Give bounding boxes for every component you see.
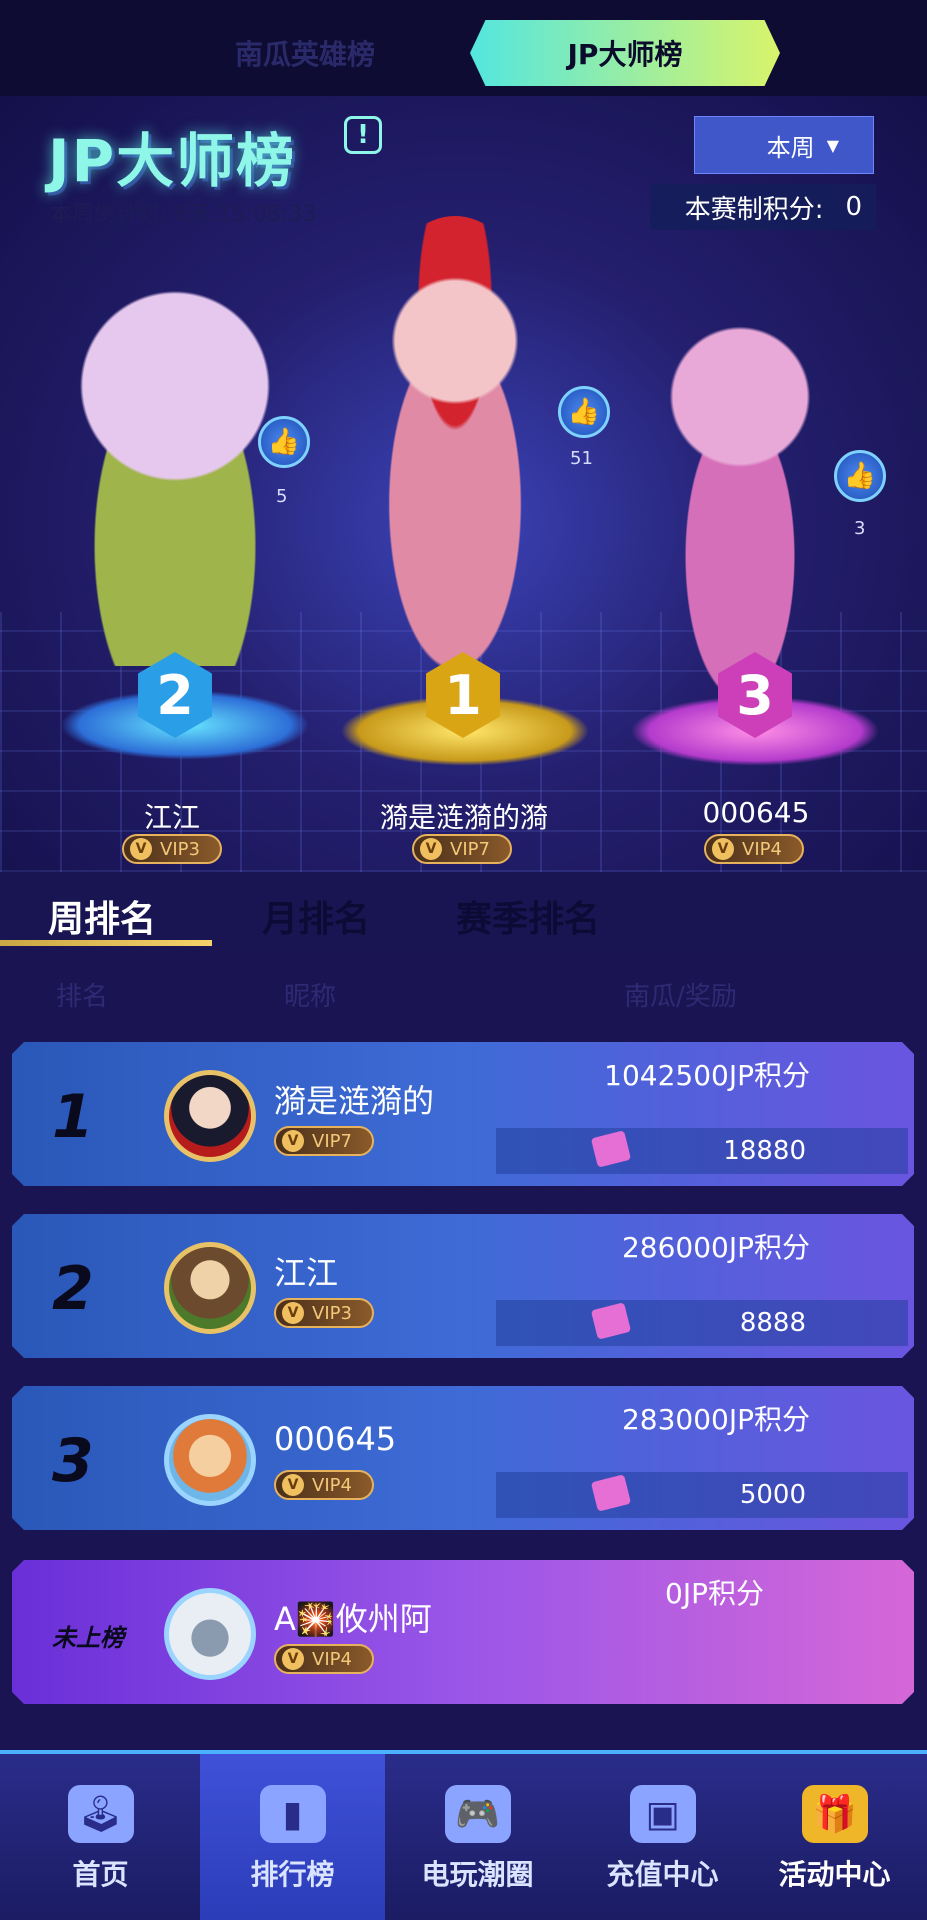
nav-leaderboard[interactable]: ▮ 排行榜 (200, 1754, 385, 1920)
thumbs-up-icon[interactable]: 👍 (834, 450, 886, 502)
like-count: 3 (854, 518, 866, 539)
avatar[interactable] (164, 1070, 256, 1162)
podium-character-2[interactable] (50, 266, 300, 666)
ranking-row[interactable]: 2 江江 V VIP3 286000JP积分 8888 (12, 1214, 914, 1358)
vip-label: VIP4 (312, 1648, 352, 1670)
vip-badge: V VIP4 (274, 1644, 374, 1674)
tab-weekly-rank[interactable]: 周排名 (48, 890, 156, 942)
nav-label: 首页 (72, 1858, 129, 1891)
nav-home[interactable]: 🕹 首页 (8, 1754, 193, 1920)
vip-badge: V VIP3 (122, 834, 222, 864)
period-dropdown[interactable]: 本周 ▼ (694, 116, 874, 174)
avatar[interactable] (164, 1414, 256, 1506)
row-nickname: A🎇攸州阿 (274, 1600, 432, 1638)
row-points: 0JP积分 (665, 1577, 764, 1610)
nav-label: 活动中心 (778, 1858, 891, 1891)
bottom-nav: 🕹 首页 ▮ 排行榜 🎮 电玩潮圈 ▣ 充值中心 🎁 活动中心 (0, 1750, 927, 1920)
countdown-value: 6天 15:08:33 (174, 202, 317, 227)
tab-monthly-rank[interactable]: 月排名 (262, 890, 370, 942)
my-rank-row[interactable]: 未上榜 A🎇攸州阿 V VIP4 0JP积分 (12, 1560, 914, 1704)
podium-character-3[interactable] (640, 296, 840, 716)
countdown: 本周倒计时: 6天 15:08:33 (50, 196, 316, 228)
vip-icon: V (282, 1648, 304, 1670)
vip-badge: V VIP7 (412, 834, 512, 864)
podium-name-3: 000645 (702, 796, 810, 829)
gamepad-icon: 🎮 (444, 1785, 511, 1843)
nav-activity-center[interactable]: 🎁 活动中心 (742, 1754, 927, 1920)
row-rank: 未上榜 (52, 1624, 124, 1652)
tab-jp-master[interactable]: JP大师榜 (470, 20, 780, 86)
ranking-tabs: 周排名 月排名 赛季排名 (0, 872, 927, 952)
season-score-value: 0 (845, 192, 862, 222)
avatar[interactable] (164, 1242, 256, 1334)
podium-name-1: 漪是涟漪的漪 (379, 801, 548, 834)
vip-badge: V VIP4 (704, 834, 804, 864)
vip-badge: V VIP4 (274, 1470, 374, 1500)
ranking-row[interactable]: 3 000645 V VIP4 283000JP积分 5000 (12, 1386, 914, 1530)
vip-icon: V (282, 1474, 304, 1496)
avatar[interactable] (164, 1588, 256, 1680)
podium-character-1[interactable] (340, 216, 570, 696)
nav-game-circle[interactable]: 🎮 电玩潮圈 (385, 1754, 570, 1920)
row-nickname: 江江 (274, 1254, 339, 1292)
column-header-rank: 排名 (56, 982, 109, 1012)
like-count: 51 (570, 448, 593, 469)
vip-icon: V (712, 838, 734, 860)
vip-label: VIP4 (312, 1474, 352, 1496)
reward-bar (496, 1128, 908, 1174)
vip-label: VIP3 (160, 838, 200, 860)
row-points: 286000JP积分 (621, 1231, 810, 1264)
thumbs-up-icon[interactable]: 👍 (558, 386, 610, 438)
gift-icon: 🎁 (801, 1785, 868, 1843)
season-score: 本赛制积分: 0 (650, 184, 876, 230)
like-count: 5 (276, 486, 288, 507)
row-points: 1042500JP积分 (604, 1059, 810, 1092)
vip-icon: V (130, 838, 152, 860)
vip-badge: V VIP3 (274, 1298, 374, 1328)
wallet-icon: ▣ (629, 1785, 696, 1843)
bar-chart-icon: ▮ (259, 1785, 326, 1843)
ranking-row[interactable]: 1 漪是涟漪的 V VIP7 1042500JP积分 18880 (12, 1042, 914, 1186)
row-reward: 8888 (739, 1308, 806, 1338)
info-icon[interactable]: ! (344, 116, 382, 154)
nav-recharge[interactable]: ▣ 充值中心 (570, 1754, 755, 1920)
row-reward: 5000 (739, 1480, 806, 1510)
column-header-nickname: 昵称 (284, 982, 337, 1012)
podium-name-2: 江江 (143, 801, 200, 834)
joystick-icon: 🕹 (67, 1785, 134, 1843)
season-score-label: 本赛制积分: (684, 194, 824, 225)
vip-icon: V (282, 1130, 304, 1152)
row-nickname: 000645 (274, 1420, 397, 1458)
tab-season-rank[interactable]: 赛季排名 (456, 890, 600, 942)
vip-label: VIP4 (742, 838, 782, 860)
page-title: JP大师榜 (48, 127, 297, 195)
period-dropdown-label: 本周 (766, 133, 815, 162)
column-header-reward: 南瓜/奖励 (624, 982, 737, 1012)
row-rank: 3 (52, 1426, 94, 1496)
row-nickname: 漪是涟漪的 (274, 1082, 435, 1120)
nav-label: 电玩潮圈 (421, 1858, 534, 1891)
row-reward: 18880 (723, 1136, 806, 1166)
vip-badge: V VIP7 (274, 1126, 374, 1156)
tab-pumpkin-hero[interactable]: 南瓜英雄榜 (150, 20, 460, 86)
vip-icon: V (282, 1302, 304, 1324)
reward-bar (496, 1300, 908, 1346)
reward-bar (496, 1472, 908, 1518)
countdown-label: 本周倒计时: (50, 202, 168, 227)
vip-label: VIP7 (312, 1130, 352, 1152)
caret-down-icon: ▼ (826, 135, 839, 155)
nav-label: 排行榜 (250, 1858, 335, 1891)
row-rank: 1 (52, 1082, 94, 1152)
thumbs-up-icon[interactable]: 👍 (258, 416, 310, 468)
row-points: 283000JP积分 (621, 1403, 810, 1436)
top-tab-bar: 南瓜英雄榜 JP大师榜 (0, 0, 927, 96)
active-tab-underline (0, 940, 212, 946)
vip-label: VIP7 (450, 838, 490, 860)
nav-label: 充值中心 (606, 1858, 719, 1891)
vip-icon: V (420, 838, 442, 860)
row-rank: 2 (52, 1254, 94, 1324)
hero-section: JP大师榜 ! 本周倒计时: 6天 15:08:33 本周 ▼ 本赛制积分: 0… (0, 96, 927, 872)
vip-label: VIP3 (312, 1302, 352, 1324)
